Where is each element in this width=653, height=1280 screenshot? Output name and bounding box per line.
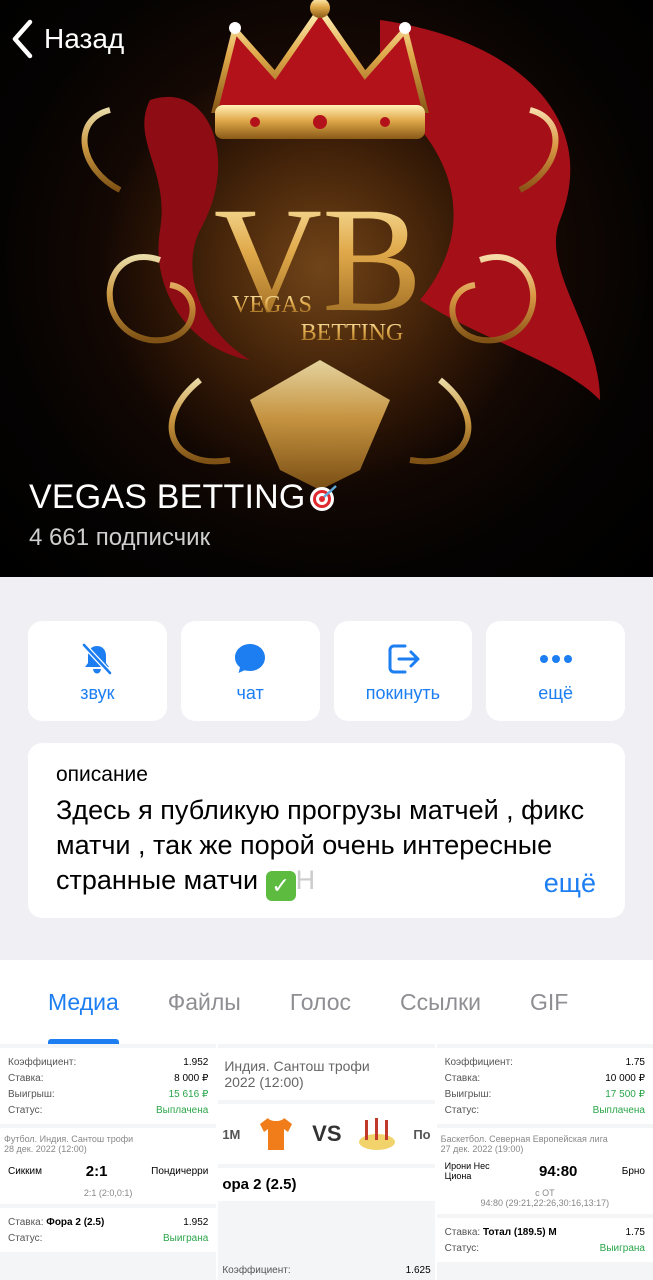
tab-media[interactable]: Медиа [48, 960, 119, 1044]
description-text-block: Здесь я публикую прогрузы матчей , фикс … [56, 793, 596, 901]
media-thumbnail[interactable]: Коэффициент: 1.952 Ставка: 8 000 ₽ Выигрыш… [0, 1044, 217, 1280]
more-button[interactable]: ещё [486, 621, 625, 721]
tab-voice[interactable]: Голос [290, 960, 351, 1044]
tab-gif[interactable]: GIF [530, 960, 568, 1044]
more-label: ещё [538, 682, 574, 703]
media-tabs: Медиа Файлы Голос Ссылки GIF [0, 960, 653, 1044]
channel-title: VEGAS BETTING [29, 478, 338, 517]
logo-text-betting: BETTING [301, 320, 404, 346]
back-button[interactable]: Назад [10, 18, 124, 60]
target-icon [309, 484, 337, 511]
leave-label: покинуть [365, 682, 440, 703]
chevron-left-icon [12, 19, 33, 59]
chat-label: чат [236, 682, 264, 703]
check-mark-icon: ✓ [265, 871, 296, 901]
mute-button[interactable]: звук [28, 621, 167, 721]
action-bar: звук чат покинуть ещё [28, 621, 625, 721]
leave-button[interactable]: покинуть [333, 621, 473, 721]
club-crest-icon [359, 1118, 396, 1150]
logo-monogram: VB [214, 177, 422, 343]
tab-links[interactable]: Ссылки [400, 960, 481, 1044]
description-card: описание Здесь я публикую прогрузы матче… [28, 743, 625, 918]
media-thumbnail[interactable]: Индия. Сантош трофи 2022 (12:00) 1М VS П… [218, 1044, 435, 1280]
media-grid: Коэффициент: 1.952 Ставка: 8 000 ₽ Выигрыш… [0, 1044, 653, 1280]
description-more-link[interactable]: ещё [503, 866, 596, 901]
bell-slash-icon [77, 639, 117, 679]
logo-text-vegas: VEGAS [232, 292, 312, 318]
chat-button[interactable]: чат [180, 621, 320, 721]
jersey-icon [260, 1118, 293, 1150]
more-icon [536, 639, 576, 679]
chat-bubble-icon [230, 639, 270, 679]
channel-cover: VB VEGAS BETTING Назад VEGAS BETTING 4 6… [0, 0, 653, 577]
leave-icon [383, 639, 423, 679]
mute-label: звук [80, 682, 115, 703]
back-label: Назад [44, 23, 125, 54]
description-heading: описание [56, 763, 148, 786]
subscriber-count: 4 661 подписчик [29, 524, 211, 551]
channel-name: VEGAS BETTING [29, 478, 306, 516]
tab-files[interactable]: Файлы [168, 960, 241, 1044]
media-thumbnail[interactable]: Коэффициент: 1.75 Ставка: 10 000 ₽ Выигрыш… [436, 1044, 653, 1280]
